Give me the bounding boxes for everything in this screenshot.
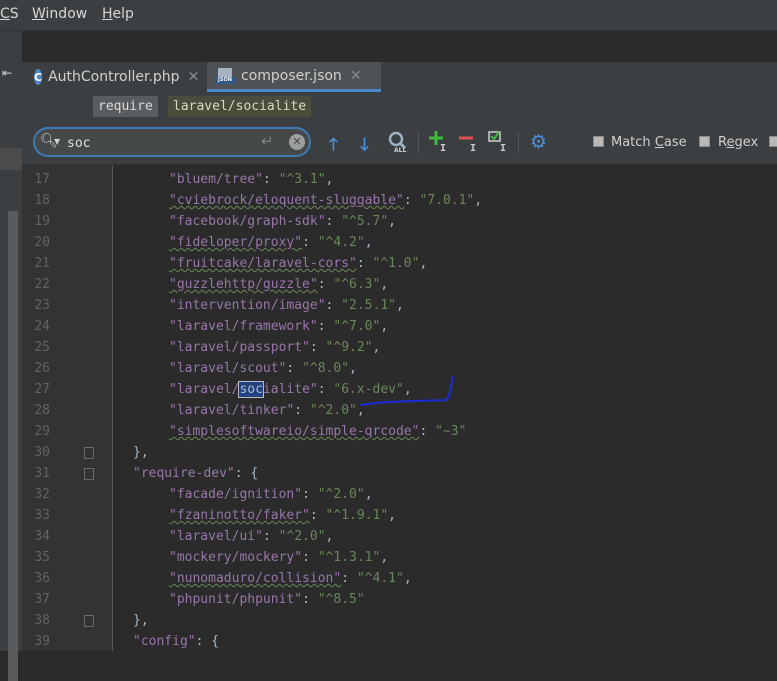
search-input[interactable] <box>67 134 247 152</box>
next-occurrence-icon[interactable]: 🡓 <box>360 132 369 155</box>
tab-label: AuthController.php <box>48 69 180 85</box>
editor-tab-bar: C AuthController.php ✕ JSON composer.jso… <box>22 62 777 93</box>
left-scrollbar[interactable] <box>8 211 18 681</box>
tab-label: composer.json <box>241 67 342 84</box>
code-editor[interactable]: 17 18 19 20 21 22 23 24 25 26 27 28 29 30 31 32 33 34 35 36… <box>22 165 777 651</box>
svg-text:I: I <box>500 143 506 152</box>
svg-text:I: I <box>440 143 446 152</box>
find-bar: 🔍︎ ▼ ↵ ✕ 🡑 🡓 ALL I I I ⚙ Match Case Rege… <box>22 122 777 165</box>
select-all-occurrences-icon[interactable]: I <box>488 130 510 154</box>
previous-occurrence-icon[interactable]: 🡑 <box>329 132 338 155</box>
tab-auth-controller[interactable]: C AuthController.php ✕ <box>26 62 205 92</box>
breadcrumb-require[interactable]: require <box>93 96 158 117</box>
toolbar-separator <box>418 132 419 154</box>
close-tab-icon[interactable]: ✕ <box>350 68 362 84</box>
menu-vcs[interactable]: CS <box>0 6 19 22</box>
hand-drawn-underline <box>360 376 453 406</box>
menubar: CS Window Help <box>0 0 777 31</box>
svg-text:I: I <box>470 143 476 152</box>
close-tab-icon[interactable]: ✕ <box>188 69 200 85</box>
regex-checkbox[interactable] <box>699 136 710 147</box>
search-history-dropdown-icon[interactable]: ▼ <box>54 137 60 146</box>
toolbar-separator <box>518 132 519 154</box>
settings-gear-icon[interactable]: ⚙ <box>530 131 547 153</box>
add-selection-icon[interactable]: I <box>428 130 450 154</box>
regex-label[interactable]: Regex <box>718 135 758 150</box>
php-class-icon: C <box>34 69 43 85</box>
collapse-arrow-icon[interactable]: ⇤ <box>2 66 12 80</box>
search-field[interactable]: 🔍︎ ▼ ↵ ✕ <box>33 127 311 157</box>
menu-help[interactable]: Help <box>102 6 134 22</box>
selected-tool-window[interactable] <box>0 148 22 170</box>
remove-selection-icon[interactable]: I <box>458 130 480 154</box>
left-tool-strip: ⇤ <box>0 31 23 681</box>
tab-composer-json[interactable]: JSON composer.json ✕ <box>207 62 381 92</box>
newline-icon[interactable]: ↵ <box>261 132 274 150</box>
breadcrumb-laravel-socialite[interactable]: laravel/socialite <box>168 96 312 117</box>
match-case-checkbox[interactable] <box>593 136 604 147</box>
find-all-occurrences-icon[interactable]: ALL <box>388 131 408 154</box>
svg-text:ALL: ALL <box>394 147 406 153</box>
json-file-icon: JSON <box>215 67 235 84</box>
clear-search-icon[interactable]: ✕ <box>289 134 305 150</box>
match-case-label[interactable]: Match Case <box>611 135 687 150</box>
breadcrumb: require laravel/socialite <box>22 92 777 122</box>
words-checkbox[interactable] <box>769 136 777 147</box>
menu-window[interactable]: Window <box>32 6 87 22</box>
